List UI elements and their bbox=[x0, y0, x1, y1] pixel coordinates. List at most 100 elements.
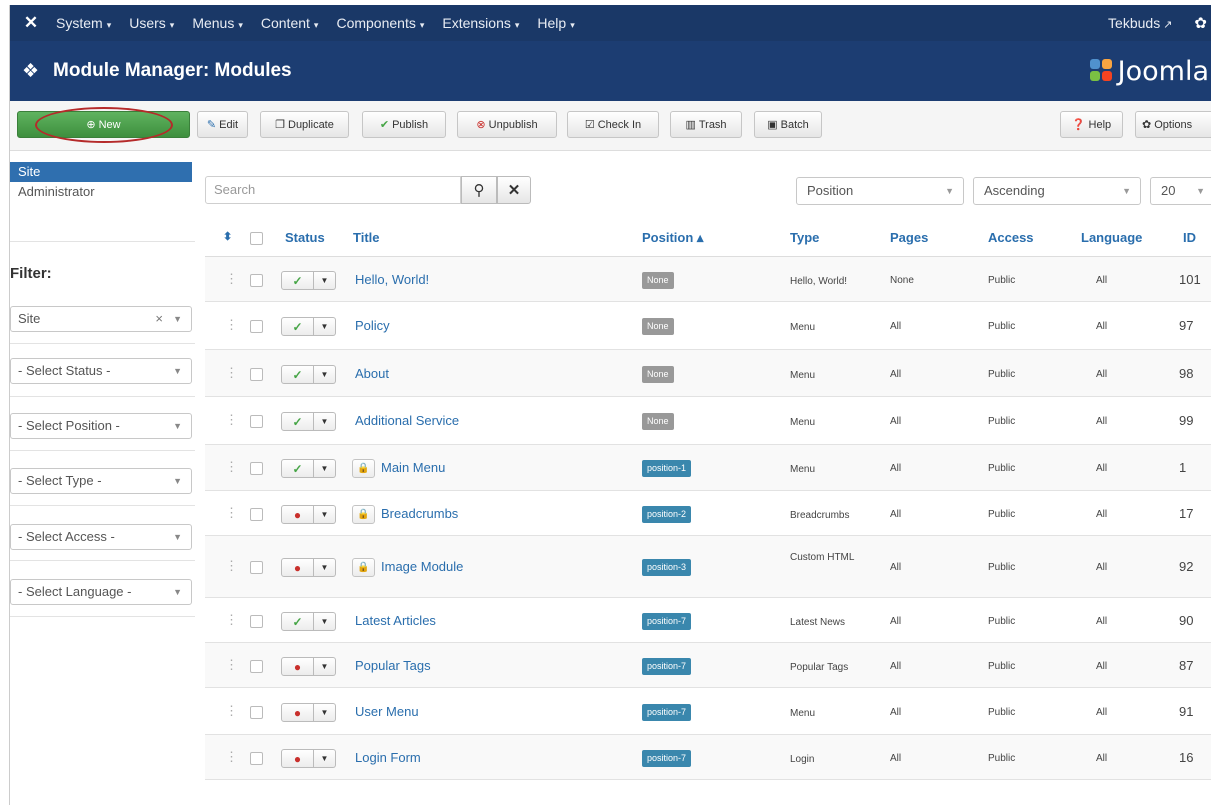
chevron-down-icon[interactable]: ▼ bbox=[314, 657, 336, 676]
sidebar-item-administrator[interactable]: Administrator bbox=[10, 182, 195, 202]
site-link[interactable]: Tekbuds ↗ bbox=[1108, 15, 1172, 31]
module-title-link[interactable]: Latest Articles bbox=[355, 613, 436, 628]
check-icon[interactable]: ✓ bbox=[281, 612, 314, 631]
module-title-link[interactable]: Main Menu bbox=[381, 460, 445, 475]
module-title-link[interactable]: User Menu bbox=[355, 704, 419, 719]
order-by-select[interactable]: Position ▼ bbox=[796, 177, 964, 205]
row-checkbox[interactable] bbox=[250, 368, 263, 381]
duplicate-button[interactable]: ❐ Duplicate bbox=[260, 111, 349, 138]
drag-handle-icon[interactable]: ⋮ bbox=[225, 612, 238, 628]
status-toggle[interactable]: ✓ ▼ bbox=[281, 365, 336, 384]
new-button[interactable]: ⊕ New bbox=[17, 111, 190, 138]
chevron-down-icon[interactable]: ▼ bbox=[314, 505, 336, 524]
chevron-down-icon[interactable]: ▼ bbox=[314, 317, 336, 336]
column-pages[interactable]: Pages bbox=[890, 230, 928, 245]
row-checkbox[interactable] bbox=[250, 615, 263, 628]
trash-button[interactable]: ▥ Trash bbox=[670, 111, 742, 138]
module-title-link[interactable]: Popular Tags bbox=[355, 658, 431, 673]
edit-button[interactable]: ✎ Edit bbox=[197, 111, 248, 138]
drag-handle-icon[interactable]: ⋮ bbox=[225, 505, 238, 521]
chevron-down-icon[interactable]: ▼ bbox=[314, 459, 336, 478]
column-id[interactable]: ID bbox=[1183, 230, 1196, 245]
status-toggle[interactable]: ● ▼ bbox=[281, 558, 336, 577]
module-title-link[interactable]: About bbox=[355, 366, 389, 381]
drag-handle-icon[interactable]: ⋮ bbox=[225, 657, 238, 673]
check-icon[interactable]: ✓ bbox=[281, 271, 314, 290]
order-direction-select[interactable]: Ascending ▼ bbox=[973, 177, 1141, 205]
search-input[interactable]: Search bbox=[205, 176, 461, 204]
check-icon[interactable]: ✓ bbox=[281, 412, 314, 431]
drag-handle-icon[interactable]: ⋮ bbox=[225, 365, 238, 381]
lock-icon[interactable]: 🔒 bbox=[352, 558, 375, 577]
options-button[interactable]: ✿ Options bbox=[1135, 111, 1211, 138]
clear-search-button[interactable]: ✕ bbox=[497, 176, 531, 204]
row-checkbox[interactable] bbox=[250, 561, 263, 574]
row-checkbox[interactable] bbox=[250, 706, 263, 719]
unpublished-icon[interactable]: ● bbox=[281, 558, 314, 577]
drag-handle-icon[interactable]: ⋮ bbox=[225, 412, 238, 428]
client-filter-select[interactable]: Site × ▼ bbox=[10, 306, 192, 332]
unpublish-button[interactable]: ⊗ Unpublish bbox=[457, 111, 557, 138]
chevron-down-icon[interactable]: ▼ bbox=[314, 365, 336, 384]
status-toggle[interactable]: ✓ ▼ bbox=[281, 612, 336, 631]
row-checkbox[interactable] bbox=[250, 752, 263, 765]
row-checkbox[interactable] bbox=[250, 274, 263, 287]
batch-button[interactable]: ▣ Batch bbox=[754, 111, 822, 138]
column-access[interactable]: Access bbox=[988, 230, 1034, 245]
row-checkbox[interactable] bbox=[250, 462, 263, 475]
unpublished-icon[interactable]: ● bbox=[281, 505, 314, 524]
check-icon[interactable]: ✓ bbox=[281, 317, 314, 336]
status-toggle[interactable]: ✓ ▼ bbox=[281, 412, 336, 431]
menu-menus[interactable]: Menus ▾ bbox=[192, 15, 243, 31]
row-checkbox[interactable] bbox=[250, 320, 263, 333]
checkin-button[interactable]: ☑ Check In bbox=[567, 111, 659, 138]
check-icon[interactable]: ✓ bbox=[281, 459, 314, 478]
chevron-down-icon[interactable]: ▼ bbox=[314, 558, 336, 577]
column-status[interactable]: Status bbox=[285, 230, 325, 245]
unpublished-icon[interactable]: ● bbox=[281, 749, 314, 768]
joomla-x-icon[interactable]: ✕ bbox=[20, 13, 42, 33]
column-title[interactable]: Title bbox=[353, 230, 380, 245]
drag-handle-icon[interactable]: ⋮ bbox=[225, 749, 238, 765]
language-filter-select[interactable]: - Select Language - ▼ bbox=[10, 579, 192, 605]
chevron-down-icon[interactable]: ▼ bbox=[314, 703, 336, 722]
menu-system[interactable]: System ▾ bbox=[56, 15, 111, 31]
sort-ordering-icon[interactable]: ⬍ bbox=[223, 230, 232, 243]
position-filter-select[interactable]: - Select Position - ▼ bbox=[10, 413, 192, 439]
status-toggle[interactable]: ● ▼ bbox=[281, 505, 336, 524]
module-title-link[interactable]: Hello, World! bbox=[355, 272, 429, 287]
unpublished-icon[interactable]: ● bbox=[281, 703, 314, 722]
clear-icon[interactable]: × bbox=[155, 307, 163, 331]
drag-handle-icon[interactable]: ⋮ bbox=[225, 703, 238, 719]
type-filter-select[interactable]: - Select Type - ▼ bbox=[10, 468, 192, 494]
lock-icon[interactable]: 🔒 bbox=[352, 459, 375, 478]
menu-components[interactable]: Components ▾ bbox=[336, 15, 424, 31]
drag-handle-icon[interactable]: ⋮ bbox=[225, 271, 238, 287]
status-toggle[interactable]: ● ▼ bbox=[281, 657, 336, 676]
help-button[interactable]: ❓ Help bbox=[1060, 111, 1123, 138]
status-toggle[interactable]: ✓ ▼ bbox=[281, 317, 336, 336]
gear-icon[interactable]: ✿ bbox=[1194, 14, 1207, 32]
drag-handle-icon[interactable]: ⋮ bbox=[225, 459, 238, 475]
publish-button[interactable]: ✔ Publish bbox=[362, 111, 446, 138]
chevron-down-icon[interactable]: ▼ bbox=[314, 412, 336, 431]
unpublished-icon[interactable]: ● bbox=[281, 657, 314, 676]
menu-content[interactable]: Content ▾ bbox=[261, 15, 319, 31]
module-title-link[interactable]: Image Module bbox=[381, 559, 463, 574]
list-limit-select[interactable]: 20 ▼ bbox=[1150, 177, 1211, 205]
column-position[interactable]: Position ▴ bbox=[642, 230, 703, 246]
check-icon[interactable]: ✓ bbox=[281, 365, 314, 384]
module-title-link[interactable]: Policy bbox=[355, 318, 390, 333]
menu-help[interactable]: Help ▾ bbox=[537, 15, 574, 31]
chevron-down-icon[interactable]: ▼ bbox=[314, 271, 336, 290]
lock-icon[interactable]: 🔒 bbox=[352, 505, 375, 524]
menu-users[interactable]: Users ▾ bbox=[129, 15, 174, 31]
sidebar-item-site[interactable]: Site bbox=[10, 162, 192, 182]
column-type[interactable]: Type bbox=[790, 230, 819, 245]
status-toggle[interactable]: ✓ ▼ bbox=[281, 459, 336, 478]
status-toggle[interactable]: ● ▼ bbox=[281, 703, 336, 722]
search-button[interactable]: ⚲ bbox=[461, 176, 497, 204]
select-all-checkbox[interactable] bbox=[250, 232, 263, 245]
row-checkbox[interactable] bbox=[250, 508, 263, 521]
status-toggle[interactable]: ● ▼ bbox=[281, 749, 336, 768]
